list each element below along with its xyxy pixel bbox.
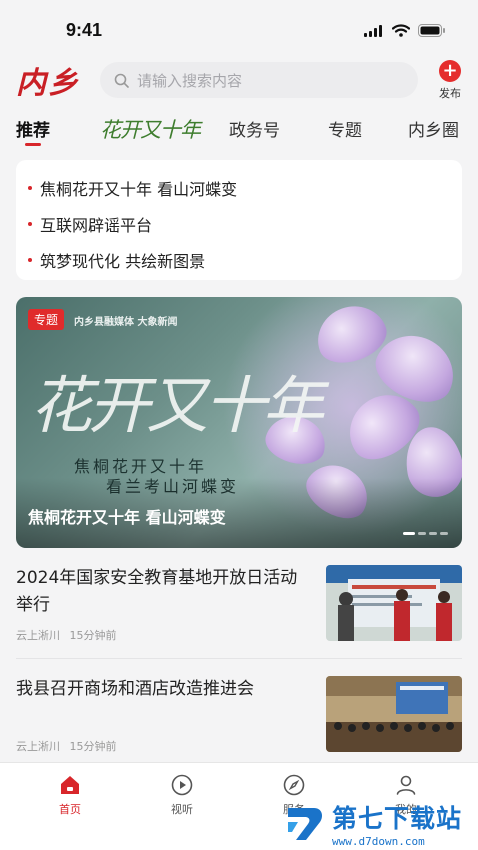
wifi-icon: [392, 24, 410, 37]
news-meta: 云上淅川 15分钟前: [16, 738, 117, 754]
app-logo: 内乡: [16, 66, 80, 101]
carousel-dot: [429, 532, 437, 535]
nav-home[interactable]: 首页: [40, 773, 100, 817]
news-item[interactable]: 我县召开商场和酒店改造推进会 云上淅川 15分钟前: [0, 676, 478, 776]
carousel-dot: [418, 532, 426, 535]
headline-text: 互联网辟谣平台: [40, 216, 153, 235]
tab-recommend[interactable]: 推荐: [16, 116, 50, 141]
plus-icon: +: [439, 60, 461, 82]
headline-text: 筑梦现代化 共绘新图景: [40, 252, 206, 271]
bullet-dot: [28, 186, 32, 190]
banner-calligraphy: 花开又十年: [30, 369, 324, 442]
topic-badge: 专题: [28, 309, 65, 330]
nav-home-label: 首页: [59, 803, 81, 816]
active-tab-indicator: [25, 143, 41, 146]
news-thumbnail: [326, 676, 462, 752]
compass-icon: [283, 774, 305, 796]
news-source: 云上淅川: [16, 740, 60, 753]
headline-item[interactable]: 互联网辟谣平台: [28, 206, 450, 242]
tab-neixiang-circle[interactable]: 内乡圈: [408, 116, 459, 141]
headline-item[interactable]: 焦桐花开又十年 看山河蝶变: [28, 170, 450, 206]
watermark-url: www.d7down.com: [332, 834, 425, 848]
status-icons: [364, 24, 446, 37]
publish-label: 发布: [439, 87, 461, 100]
carousel-indicator: [403, 532, 448, 535]
bullet-dot: [28, 222, 32, 226]
battery-icon: [418, 24, 445, 37]
publish-button[interactable]: + 发布: [432, 58, 468, 101]
headline-text: 焦桐花开又十年 看山河蝶变: [40, 180, 238, 199]
play-icon: [171, 774, 193, 796]
news-title: 2024年国家安全教育基地开放日活动举行: [16, 568, 298, 615]
carousel-dot: [440, 532, 448, 535]
news-source: 云上淅川: [16, 629, 60, 642]
list-divider: [16, 658, 462, 659]
home-icon: [61, 776, 79, 794]
news-item[interactable]: 2024年国家安全教育基地开放日活动举行 云上淅川 15分钟前: [0, 565, 478, 665]
news-meta: 云上淅川 15分钟前: [16, 627, 117, 643]
nav-media[interactable]: 视听: [152, 773, 212, 817]
tab-special-topic[interactable]: 花开又十年: [100, 114, 201, 144]
status-bar: 9:41: [0, 0, 478, 58]
tab-topics[interactable]: 专题: [328, 116, 362, 141]
banner-caption: 焦桐花开又十年 看山河蝶变: [28, 508, 226, 527]
partner-logos: 内乡县融媒体 大象新闻: [74, 317, 178, 328]
search-placeholder: 请输入搜索内容: [137, 71, 243, 90]
news-title: 我县召开商场和酒店改造推进会: [16, 679, 254, 699]
featured-banner[interactable]: 专题 内乡县融媒体 大象新闻 花开又十年 焦桐花开又十年 看兰考山河蝶变 焦桐花…: [16, 297, 462, 548]
nav-media-label: 视听: [171, 803, 193, 816]
search-box[interactable]: 请输入搜索内容: [100, 62, 418, 98]
news-thumbnail: [326, 565, 462, 641]
site-watermark: 第七下载站 www.d7down.com: [284, 796, 474, 850]
headline-item[interactable]: 筑梦现代化 共绘新图景: [28, 242, 450, 278]
top-bar: 内乡 请输入搜索内容 + 发布: [0, 58, 478, 102]
tab-government[interactable]: 政务号: [229, 116, 280, 141]
carousel-dot-active: [403, 532, 415, 535]
watermark-title: 第七下载站: [332, 803, 463, 833]
news-time: 15分钟前: [69, 740, 117, 753]
watermark-logo-icon: [288, 808, 322, 840]
status-time: 9:41: [66, 20, 103, 40]
news-thumbnail-image: [326, 565, 462, 641]
news-time: 15分钟前: [69, 629, 117, 642]
user-icon: [396, 775, 416, 795]
bullet-dot: [28, 258, 32, 262]
cellular-signal-icon: [364, 25, 382, 37]
news-thumbnail-image: [326, 676, 462, 752]
category-tabs: 推荐 花开又十年 政务号 专题 内乡圈: [0, 112, 478, 152]
search-icon: [114, 73, 129, 88]
headline-list: 焦桐花开又十年 看山河蝶变 互联网辟谣平台 筑梦现代化 共绘新图景: [16, 160, 462, 280]
